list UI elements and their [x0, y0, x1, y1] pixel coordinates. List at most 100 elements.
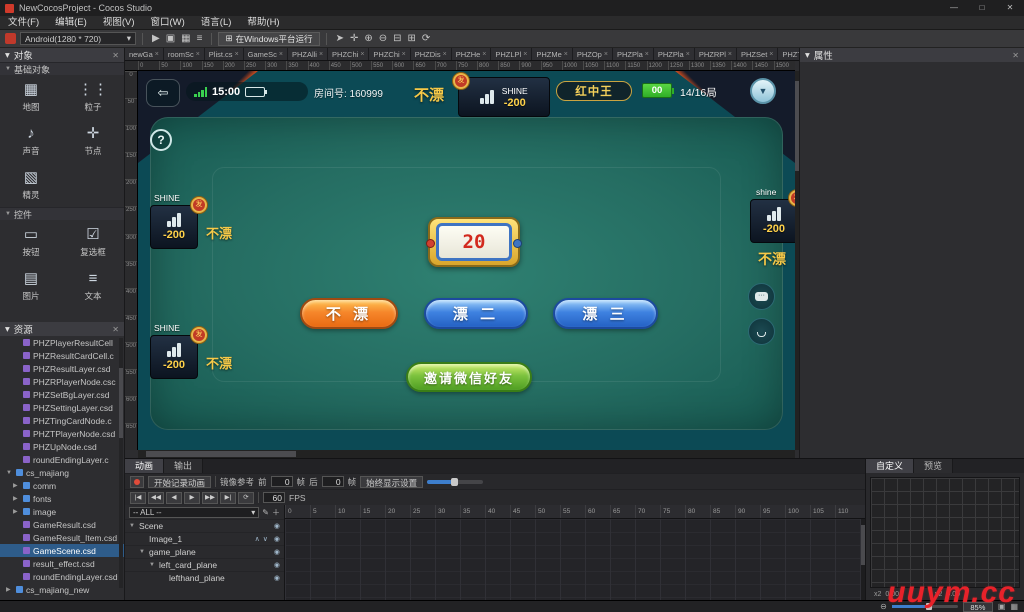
resource-item[interactable]: ▶ cs_majiang_new: [0, 583, 124, 596]
visibility-icon[interactable]: ◉: [274, 561, 280, 569]
simulator-icon[interactable]: ▣: [163, 33, 178, 44]
close-tab-icon[interactable]: ×: [523, 51, 527, 58]
resource-item[interactable]: roundEndingLayer.c: [0, 453, 124, 466]
resource-item[interactable]: GameResult.csd: [0, 518, 124, 531]
select-tool-icon[interactable]: ➤: [333, 33, 347, 44]
align-icon[interactable]: ⊟: [390, 33, 404, 44]
object-text[interactable]: ≡ 文本: [62, 264, 124, 308]
node-filter-select[interactable]: -- ALL -- ▾: [129, 507, 259, 518]
basic-objects-group-header[interactable]: ▼ 基础对象: [0, 62, 124, 75]
resource-item[interactable]: GameResult_Item.csd: [0, 531, 124, 544]
zoom-out-icon[interactable]: ⊖: [376, 33, 390, 44]
resource-item[interactable]: PHZResultCardCell.c: [0, 349, 124, 362]
timeline-node-row[interactable]: lefthand_plane ∧ ∨ ◉: [125, 571, 284, 584]
timeline-track-area[interactable]: 0510152025303540455055606570758085909510…: [285, 505, 865, 600]
last-frame-button[interactable]: ▶|: [220, 492, 236, 504]
close-tab-icon[interactable]: ×: [482, 51, 486, 58]
player-top[interactable]: SHINE -200 发: [458, 77, 550, 117]
document-tab[interactable]: PHZChi ×: [328, 48, 369, 61]
loop-button[interactable]: ⟳: [238, 492, 254, 504]
zoom-in-icon[interactable]: ⊕: [361, 33, 375, 44]
code-icon[interactable]: ≡: [194, 33, 206, 44]
document-tab[interactable]: PHZPla ×: [613, 48, 654, 61]
no-float-button[interactable]: 不 漂: [300, 298, 398, 329]
close-tab-icon[interactable]: ×: [319, 51, 323, 58]
visibility-icon[interactable]: ◉: [274, 574, 280, 582]
before-frames-input[interactable]: 0: [271, 476, 293, 487]
float-three-button[interactable]: 漂 三: [553, 298, 658, 329]
maximize-button[interactable]: □: [968, 0, 996, 16]
prev-frame-button[interactable]: ◀: [166, 492, 182, 504]
tree-arrow-icon[interactable]: ▼: [129, 523, 136, 529]
first-frame-button[interactable]: |◀: [130, 492, 146, 504]
invite-wechat-button[interactable]: 邀请微信好友: [406, 362, 532, 392]
curve-grid[interactable]: [870, 477, 1020, 588]
menu-item[interactable]: 语言(L): [193, 16, 240, 30]
menu-item[interactable]: 视图(V): [95, 16, 143, 30]
add-icon[interactable]: ＋: [272, 507, 280, 518]
close-tab-icon[interactable]: ×: [279, 51, 283, 58]
resource-item[interactable]: result_effect.csd: [0, 557, 124, 570]
object-button[interactable]: ▭ 按钮: [0, 220, 62, 264]
close-tab-icon[interactable]: ×: [196, 51, 200, 58]
resource-item[interactable]: PHZTingCardNode.c: [0, 414, 124, 427]
play-animation-button[interactable]: ▶: [184, 492, 200, 504]
device-resolution-select[interactable]: Android(1280 * 720) ▾: [20, 32, 136, 45]
panel-tab[interactable]: 预览: [914, 459, 953, 473]
timeline-node-row[interactable]: ▼ game_plane ∧ ∨ ◉: [125, 545, 284, 558]
object-sound[interactable]: ♪ 声音: [0, 119, 62, 163]
record-button[interactable]: [130, 476, 144, 488]
visibility-icon[interactable]: ◉: [274, 548, 280, 556]
resource-item[interactable]: PHZTPlayerNode.csd: [0, 427, 124, 440]
resource-item[interactable]: roundEndingLayer.csd: [0, 570, 124, 583]
chat-button[interactable]: [748, 283, 775, 310]
chevron-down-icon[interactable]: ▾: [805, 50, 810, 61]
visibility-icon[interactable]: ◉: [274, 535, 280, 543]
onion-opacity-slider[interactable]: [427, 480, 483, 484]
next-key-icon[interactable]: ∨: [263, 535, 268, 543]
refresh-icon[interactable]: ⟳: [419, 33, 433, 44]
close-tab-icon[interactable]: ×: [235, 51, 239, 58]
close-tab-icon[interactable]: ×: [645, 51, 649, 58]
document-tab[interactable]: GameSc ×: [244, 48, 288, 61]
close-panel-icon[interactable]: ✕: [112, 51, 119, 60]
fps-input[interactable]: 60: [263, 492, 285, 503]
resource-item[interactable]: ▼ cs_majiang: [0, 466, 124, 479]
document-tab[interactable]: PHZDis ×: [411, 48, 452, 61]
help-button[interactable]: ?: [150, 129, 172, 151]
document-tab[interactable]: PHZLPl ×: [491, 48, 532, 61]
resource-item[interactable]: PHZSettingLayer.csd: [0, 401, 124, 414]
close-tab-icon[interactable]: ×: [604, 51, 608, 58]
resource-item[interactable]: PHZSetBgLayer.csd: [0, 388, 124, 401]
resource-item[interactable]: GameScene.csd: [0, 544, 124, 557]
tree-arrow-icon[interactable]: ▼: [139, 549, 146, 555]
resource-item[interactable]: PHZResultLayer.csd: [0, 362, 124, 375]
timeline-node-row[interactable]: ▼ Scene ∧ ∨ ◉: [125, 519, 284, 532]
resource-item[interactable]: PHZPlayerResultCell: [0, 336, 124, 349]
float-two-button[interactable]: 漂 二: [424, 298, 528, 329]
player-right[interactable]: shine -200 发 不漂: [750, 187, 795, 277]
resource-item[interactable]: ▶ fonts: [0, 492, 124, 505]
object-checkbox[interactable]: ☑ 复选框: [62, 220, 124, 264]
dropdown-circle-button[interactable]: ▼: [750, 78, 776, 104]
object-map[interactable]: ▦ 地图: [0, 75, 62, 119]
visibility-icon[interactable]: ◉: [274, 522, 280, 530]
menu-item[interactable]: 编辑(E): [47, 16, 95, 30]
close-tab-icon[interactable]: ×: [155, 51, 159, 58]
close-tab-icon[interactable]: ×: [728, 51, 732, 58]
after-frames-input[interactable]: 0: [322, 476, 344, 487]
object-node[interactable]: ✛ 节点: [62, 119, 124, 163]
object-image[interactable]: ▤ 图片: [0, 264, 62, 308]
document-tab[interactable]: PHZMe ×: [532, 48, 573, 61]
document-tab[interactable]: PHZOp ×: [573, 48, 613, 61]
close-panel-icon[interactable]: ✕: [112, 325, 119, 334]
timeline-node-row[interactable]: ▼ left_card_plane ∧ ∨ ◉: [125, 558, 284, 571]
close-tab-icon[interactable]: ×: [564, 51, 568, 58]
menu-item[interactable]: 帮助(H): [239, 16, 287, 30]
edit-icon[interactable]: ✎: [262, 508, 269, 517]
canvas-horizontal-scrollbar[interactable]: [138, 450, 795, 458]
play-icon[interactable]: ▶: [149, 33, 163, 44]
chevron-down-icon[interactable]: ▾: [5, 50, 10, 61]
close-tab-icon[interactable]: ×: [686, 51, 690, 58]
controls-group-header[interactable]: ▼ 控件: [0, 207, 124, 220]
